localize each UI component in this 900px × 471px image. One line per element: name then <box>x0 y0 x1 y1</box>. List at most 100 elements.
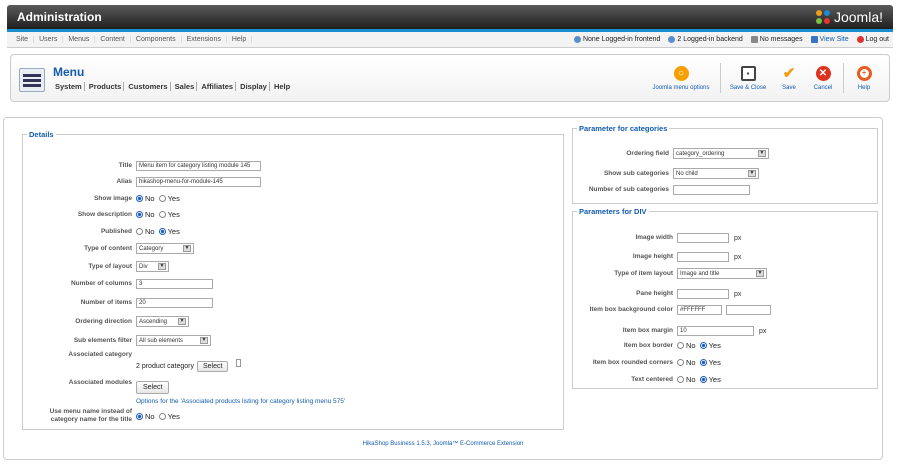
radio-icon <box>699 359 707 366</box>
assoc-modules-row: Associated modules <box>23 379 132 387</box>
ordering-select[interactable]: Ascending ▼ <box>136 316 189 327</box>
ordering-field-select[interactable]: category_ordering ▼ <box>673 148 769 159</box>
checkmark-icon: ✔ <box>782 65 796 82</box>
delete-icon[interactable] <box>236 358 242 367</box>
submenu-sales[interactable]: Sales <box>172 81 198 91</box>
rounded-yes[interactable]: Yes <box>699 358 721 367</box>
menu-content[interactable]: Content <box>95 36 131 43</box>
rounded-no[interactable]: No <box>677 358 696 367</box>
save-close-button[interactable]: ▪ Save & Close <box>724 65 772 91</box>
help-button[interactable]: + Help <box>847 65 881 91</box>
assoc-category-select-button[interactable]: Select <box>196 361 229 372</box>
image-width-input[interactable] <box>677 233 729 243</box>
bg-color-label: Item box background color <box>589 306 673 313</box>
admin-title: Administration <box>17 10 102 24</box>
title-input[interactable]: Menu item for category listing module 14… <box>136 161 261 171</box>
num-columns-row: Number of columns 3 <box>23 279 213 289</box>
type-layout-row: Type of layout Div ▼ <box>23 261 169 272</box>
image-height-input[interactable] <box>677 252 729 262</box>
submenu-customers[interactable]: Customers <box>126 81 171 91</box>
submenu-products[interactable]: Products <box>86 81 125 91</box>
joomla-logo-text: Joomla! <box>833 9 883 25</box>
use-menu-name-no[interactable]: No <box>136 412 155 421</box>
show-image-yes[interactable]: Yes <box>158 194 180 203</box>
text-centered-row: Text centered No Yes <box>573 375 721 384</box>
assoc-modules-select-button[interactable]: Select <box>136 381 170 394</box>
submenu-display[interactable]: Display <box>238 81 270 91</box>
border-yes[interactable]: Yes <box>699 341 721 350</box>
margin-input[interactable]: 10 <box>677 326 754 336</box>
show-description-no[interactable]: No <box>136 210 155 219</box>
margin-row: Item box margin 10 px <box>573 326 766 336</box>
show-image-radios: No Yes <box>136 194 180 203</box>
num-sub-input[interactable] <box>673 185 750 195</box>
logout-link[interactable]: Log out <box>856 36 889 43</box>
assoc-category-label: Associated category <box>68 351 132 358</box>
pane-height-input[interactable] <box>677 289 729 299</box>
div-params-fieldset: Parameters for DIV Image width px Image … <box>572 207 878 389</box>
published-yes[interactable]: Yes <box>158 227 180 236</box>
radio-icon <box>136 195 143 202</box>
view-site-link[interactable]: View Site <box>810 36 849 43</box>
cancel-button[interactable]: ✕ Cancel <box>806 65 840 91</box>
menu-extensions[interactable]: Extensions <box>181 36 227 43</box>
border-label: Item box border <box>623 341 673 349</box>
cancel-icon: ✕ <box>815 65 831 81</box>
submenu-help[interactable]: Help <box>272 82 292 91</box>
logout-icon <box>856 36 864 43</box>
text-centered-label: Text centered <box>631 375 673 383</box>
alias-input[interactable]: hikashop-menu-for-module-145 <box>136 177 261 187</box>
type-content-select[interactable]: Category ▼ <box>136 243 194 254</box>
type-content-label: Type of content <box>84 244 132 252</box>
text-centered-no[interactable]: No <box>677 375 696 384</box>
rounded-row: Item box rounded corners No Yes <box>573 358 721 367</box>
frontend-users-status: None Logged-in frontend <box>573 36 660 43</box>
ordering-label: Ordering direction <box>75 317 132 325</box>
show-sub-select[interactable]: No child ▼ <box>673 168 759 179</box>
chevron-down-icon: ▼ <box>756 270 764 277</box>
module-options-link[interactable]: Options for the 'Associated products lis… <box>136 398 345 405</box>
joomla-menu-options-button[interactable]: ○ Joomla menu options <box>645 65 717 91</box>
title-row: Title Menu item for category listing mod… <box>23 161 261 171</box>
page-title: Menu <box>53 64 85 79</box>
num-sub-row: Number of sub categories <box>573 185 750 195</box>
item-layout-select[interactable]: Image and title ▼ <box>677 268 767 279</box>
num-items-label: Number of items <box>80 299 132 306</box>
menu-site[interactable]: Site <box>11 36 35 43</box>
border-no[interactable]: No <box>677 341 696 350</box>
num-items-input[interactable]: 20 <box>136 298 213 308</box>
use-menu-name-yes[interactable]: Yes <box>158 412 180 421</box>
options-icon: ○ <box>673 65 689 81</box>
edit-form: Details Title Menu item for category lis… <box>3 117 883 460</box>
menu-help[interactable]: Help <box>226 36 253 43</box>
alias-row: Alias hikashop-menu-for-module-145 <box>23 177 261 187</box>
submenu-system[interactable]: System <box>53 81 85 91</box>
menu-users[interactable]: Users <box>34 36 64 43</box>
submenu-affiliates[interactable]: Affiliates <box>199 81 237 91</box>
menu-menus[interactable]: Menus <box>63 36 96 43</box>
published-no[interactable]: No <box>136 227 155 236</box>
details-fieldset: Details Title Menu item for category lis… <box>22 130 564 430</box>
border-row: Item box border No Yes <box>573 341 721 350</box>
radio-icon <box>699 376 707 383</box>
num-columns-input[interactable]: 3 <box>136 279 213 289</box>
menu-manager-icon <box>19 67 45 92</box>
show-description-yes[interactable]: Yes <box>158 210 180 219</box>
radio-icon <box>136 228 143 235</box>
sub-filter-select[interactable]: All sub elements ▼ <box>136 335 211 346</box>
text-centered-yes[interactable]: Yes <box>699 375 721 384</box>
published-label: Published <box>100 227 132 235</box>
assoc-category-row: Associated category <box>23 351 132 359</box>
bg-color-input[interactable]: #FFFFFF <box>677 305 722 315</box>
px-unit: px <box>734 253 742 261</box>
bg-color-swatch[interactable] <box>726 305 771 315</box>
status-menu: None Logged-in frontend 2 Logged-in back… <box>573 36 889 43</box>
menu-components[interactable]: Components <box>130 36 182 43</box>
type-layout-label: Type of layout <box>88 262 132 270</box>
chevron-down-icon: ▼ <box>158 263 166 270</box>
show-image-no[interactable]: No <box>136 194 155 203</box>
hikashop-footer[interactable]: HikaShop Business 1.5.3, Joomla™ E-Comme… <box>4 441 882 447</box>
options-link-row: Options for the 'Associated products lis… <box>136 398 345 405</box>
save-button[interactable]: ✔ Save <box>772 65 806 91</box>
type-layout-select[interactable]: Div ▼ <box>136 261 169 272</box>
